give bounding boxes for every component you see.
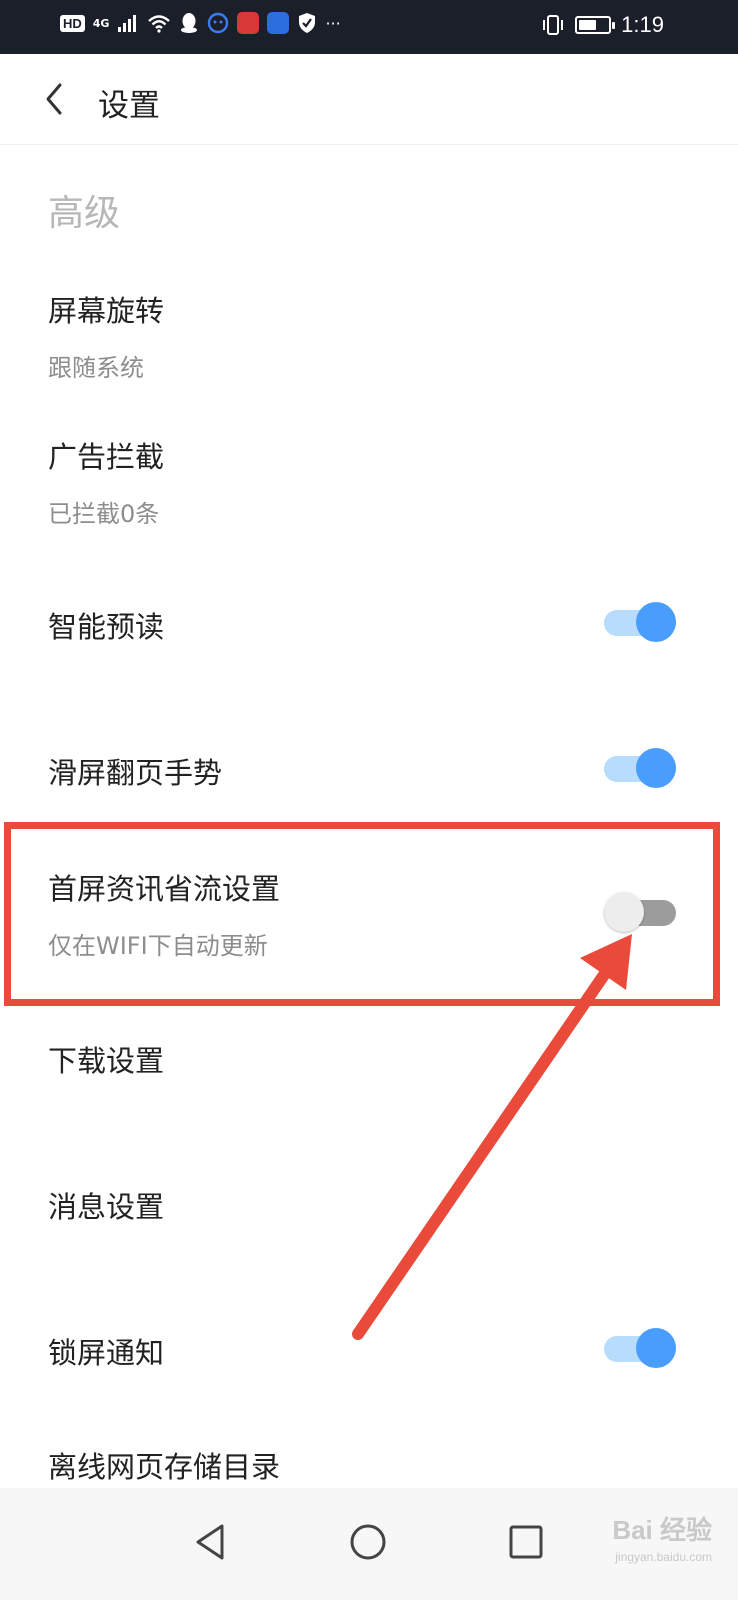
square-recents-icon[interactable] bbox=[496, 1512, 556, 1572]
wifi-icon bbox=[148, 15, 171, 33]
toggle-knob bbox=[636, 748, 676, 788]
highlight-box bbox=[4, 822, 720, 1006]
bulb-app-icon bbox=[267, 12, 290, 34]
clock: 1:19 bbox=[621, 12, 664, 37]
setting-swipe-gesture: 滑屏翻页手势 bbox=[0, 726, 738, 816]
battery-icon bbox=[575, 16, 616, 34]
smart-preread-toggle[interactable] bbox=[604, 602, 680, 642]
status-bar: HD 4G ··· 1:19 bbox=[0, 0, 738, 54]
network-type: 4G bbox=[92, 16, 110, 30]
toggle-knob bbox=[636, 602, 676, 642]
shield-icon bbox=[299, 13, 316, 33]
section-title-advanced: 高级 bbox=[48, 193, 121, 234]
setting-title: 滑屏翻页手势 bbox=[48, 756, 223, 790]
lockscreen-notify-toggle[interactable] bbox=[604, 1328, 680, 1368]
setting-ad-block[interactable]: 广告拦截 已拦截0条 bbox=[0, 416, 738, 546]
setting-download[interactable]: 下载设置 bbox=[0, 1018, 738, 1108]
app-header: 设置 bbox=[0, 54, 738, 145]
qq-icon bbox=[181, 13, 198, 33]
app-icon bbox=[208, 12, 229, 34]
heart-app-icon bbox=[237, 12, 260, 34]
setting-title: 智能预读 bbox=[48, 610, 165, 644]
setting-offline-dir[interactable]: 离线网页存储目录 bbox=[0, 1426, 738, 1488]
page-title: 设置 bbox=[98, 88, 160, 124]
setting-screen-rotation[interactable]: 屏幕旋转 跟随系统 bbox=[0, 270, 738, 400]
setting-title: 离线网页存储目录 bbox=[48, 1450, 281, 1484]
setting-title: 锁屏通知 bbox=[48, 1336, 165, 1370]
setting-title: 消息设置 bbox=[48, 1190, 165, 1224]
setting-title: 屏幕旋转 bbox=[48, 294, 165, 328]
setting-smart-preread: 智能预读 bbox=[0, 580, 738, 670]
status-icons-right: 1:19 bbox=[541, 12, 664, 38]
hd-icon: HD bbox=[60, 14, 85, 32]
setting-messages[interactable]: 消息设置 bbox=[0, 1164, 738, 1254]
setting-subtitle: 跟随系统 bbox=[48, 354, 144, 382]
watermark-url: jingyan.baidu.com bbox=[615, 1550, 712, 1564]
toggle-knob bbox=[636, 1328, 676, 1368]
circle-home-icon[interactable] bbox=[338, 1512, 398, 1572]
overflow-indicator: ··· bbox=[325, 13, 341, 33]
setting-subtitle: 已拦截0条 bbox=[48, 500, 160, 528]
setting-title: 广告拦截 bbox=[48, 440, 165, 474]
status-icons-left: HD 4G ··· bbox=[60, 12, 341, 34]
signal-icon bbox=[118, 15, 137, 32]
triangle-back-icon[interactable] bbox=[180, 1512, 240, 1572]
swipe-gesture-toggle[interactable] bbox=[604, 748, 680, 788]
vibrate-icon bbox=[543, 15, 564, 35]
watermark-logo: Bai 经验 bbox=[612, 1515, 712, 1545]
navigation-bar: Bai 经验 jingyan.baidu.com bbox=[0, 1488, 738, 1600]
setting-lockscreen-notify: 锁屏通知 bbox=[0, 1306, 738, 1396]
chevron-left-icon[interactable] bbox=[40, 81, 72, 117]
battery-level bbox=[579, 20, 596, 30]
setting-title: 下载设置 bbox=[48, 1044, 165, 1078]
